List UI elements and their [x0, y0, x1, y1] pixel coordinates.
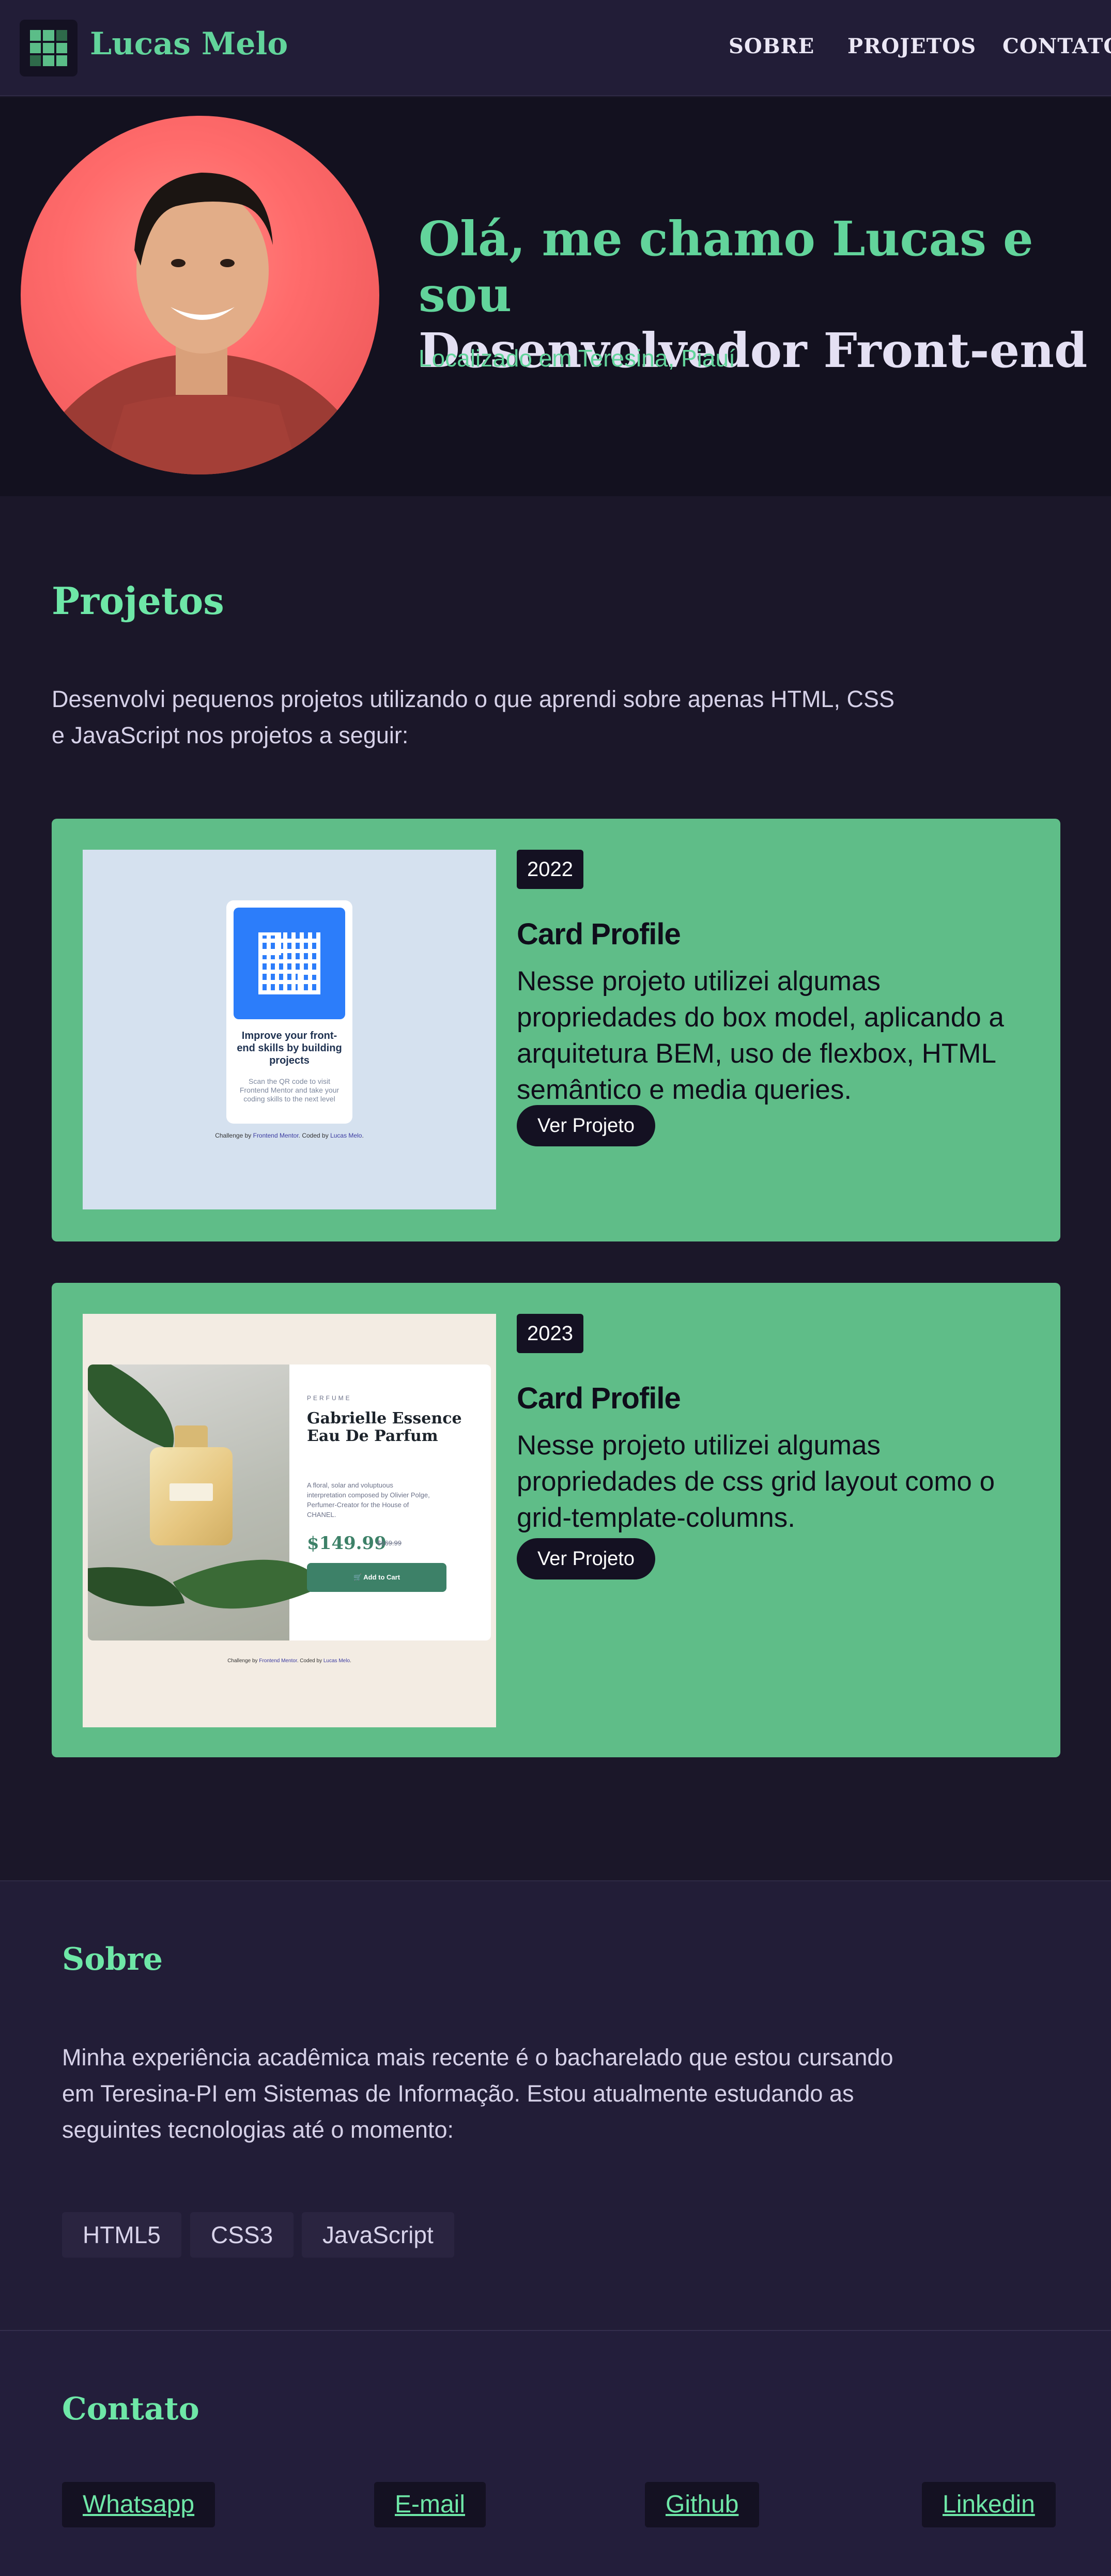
contact-link-linkedin[interactable]: Linkedin: [922, 2482, 1056, 2527]
preview-attribution: Challenge by Frontend Mentor. Coded by L…: [215, 1132, 364, 1139]
perfume-image: [88, 1364, 323, 1640]
preview-attribution: Challenge by Frontend Mentor. Coded by L…: [227, 1658, 351, 1664]
project-title: Card Profile: [517, 917, 681, 951]
perfume-category: PERFUME: [307, 1394, 352, 1402]
about-section: Sobre Minha experiência acadêmica mais r…: [0, 1880, 1111, 2330]
contact-link-email[interactable]: E-mail: [374, 2482, 486, 2527]
perfume-name: Gabrielle Essence Eau De Parfum: [307, 1409, 462, 1445]
view-project-button[interactable]: Ver Projeto: [517, 1538, 655, 1580]
brand-name[interactable]: Lucas Melo: [90, 26, 288, 62]
tech-tag-html5: HTML5: [62, 2212, 181, 2258]
about-title: Sobre: [62, 1941, 163, 1977]
perfume-old-price: $169.99: [377, 1539, 402, 1547]
contact-link-github[interactable]: Github: [645, 2482, 760, 2527]
perfume-preview-card: PERFUME Gabrielle Essence Eau De Parfum …: [88, 1364, 491, 1640]
nav-link-projetos[interactable]: PROJETOS: [847, 34, 976, 58]
hero-title-greeting: Olá, me chamo Lucas e sou: [419, 211, 1033, 323]
site-header: Lucas Melo SOBRE PROJETOS CONTATO: [0, 0, 1111, 96]
projects-title: Projetos: [52, 579, 224, 623]
logo-icon[interactable]: [20, 20, 78, 76]
project-thumbnail-perfume: PERFUME Gabrielle Essence Eau De Parfum …: [83, 1314, 496, 1727]
project-year-badge: 2023: [517, 1314, 583, 1353]
qr-code-icon: [258, 932, 320, 994]
cart-icon: 🛒: [353, 1573, 362, 1581]
view-project-button[interactable]: Ver Projeto: [517, 1105, 655, 1146]
nav-link-sobre[interactable]: SOBRE: [729, 34, 814, 58]
qr-preview-text: Scan the QR code to visit Frontend Mento…: [239, 1077, 340, 1103]
qr-preview-heading: Improve your front-end skills by buildin…: [237, 1030, 342, 1066]
projects-section: Projetos Desenvolvi pequenos projetos ut…: [0, 496, 1111, 1880]
project-title: Card Profile: [517, 1382, 681, 1415]
add-to-cart-button: 🛒 Add to Cart: [307, 1563, 446, 1592]
profile-photo: [21, 116, 379, 474]
project-description: Nesse projeto utilizei algumas proprieda…: [517, 1430, 995, 1533]
project-thumbnail-qr: Improve your front-end skills by buildin…: [83, 850, 496, 1209]
hero-location: Localizado em Teresina, Piauí: [419, 345, 735, 372]
perfume-description: A floral, solar and voluptuous interpret…: [307, 1481, 430, 1519]
project-year-badge: 2022: [517, 850, 583, 889]
about-description: Minha experiência acadêmica mais recente…: [62, 2044, 893, 2143]
contact-title: Contato: [62, 2391, 199, 2427]
contact-section: Contato Whatsapp E-mail Github Linkedin: [0, 2330, 1111, 2576]
project-card: Improve your front-end skills by buildin…: [52, 819, 1060, 1241]
projects-description: Desenvolvi pequenos projetos utilizando …: [52, 686, 894, 748]
tech-tag-javascript: JavaScript: [302, 2212, 454, 2258]
nav-link-contato[interactable]: CONTATO: [1002, 34, 1111, 58]
contact-link-whatsapp[interactable]: Whatsapp: [62, 2482, 215, 2527]
hero-section: Olá, me chamo Lucas e sou Desenvolvedor …: [0, 97, 1111, 496]
qr-preview-card: Improve your front-end skills by buildin…: [226, 900, 352, 1124]
tech-tag-css3: CSS3: [190, 2212, 294, 2258]
perfume-price: $149.99: [307, 1533, 387, 1554]
project-card: PERFUME Gabrielle Essence Eau De Parfum …: [52, 1283, 1060, 1757]
project-description: Nesse projeto utilizei algumas proprieda…: [517, 966, 1004, 1105]
